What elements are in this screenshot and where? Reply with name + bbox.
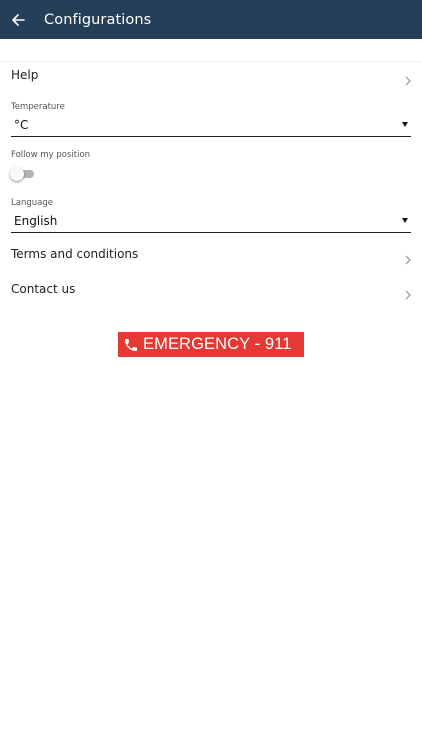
toggle-thumb <box>10 167 24 181</box>
language-label: Language <box>11 198 53 208</box>
top-divider <box>0 61 422 62</box>
back-button[interactable] <box>0 0 38 39</box>
follow-position-label: Follow my position <box>11 150 91 160</box>
follow-position-toggle[interactable] <box>10 167 36 181</box>
language-select[interactable]: English <box>11 212 411 233</box>
terms-label: Terms and conditions <box>11 247 139 261</box>
temperature-value: °C <box>14 118 29 132</box>
phone-icon <box>123 337 139 353</box>
contact-row[interactable]: Contact us <box>0 282 422 312</box>
caret-down-icon <box>402 218 408 223</box>
temperature-select[interactable]: °C <box>11 116 411 137</box>
help-label: Help <box>11 68 39 82</box>
caret-down-icon <box>402 122 408 127</box>
language-value: English <box>14 214 58 228</box>
arrow-left-icon <box>11 13 25 27</box>
app-bar: Configurations <box>0 0 422 39</box>
chevron-right-icon <box>403 286 413 300</box>
page-title: Configurations <box>44 11 152 28</box>
emergency-label: EMERGENCY - 911 <box>143 335 292 353</box>
chevron-right-icon <box>403 251 413 265</box>
emergency-call-button[interactable]: EMERGENCY - 911 <box>118 332 304 357</box>
help-row[interactable]: Help <box>0 68 422 98</box>
terms-row[interactable]: Terms and conditions <box>0 247 422 277</box>
temperature-label: Temperature <box>11 102 65 112</box>
chevron-right-icon <box>403 72 413 86</box>
contact-label: Contact us <box>11 282 76 296</box>
